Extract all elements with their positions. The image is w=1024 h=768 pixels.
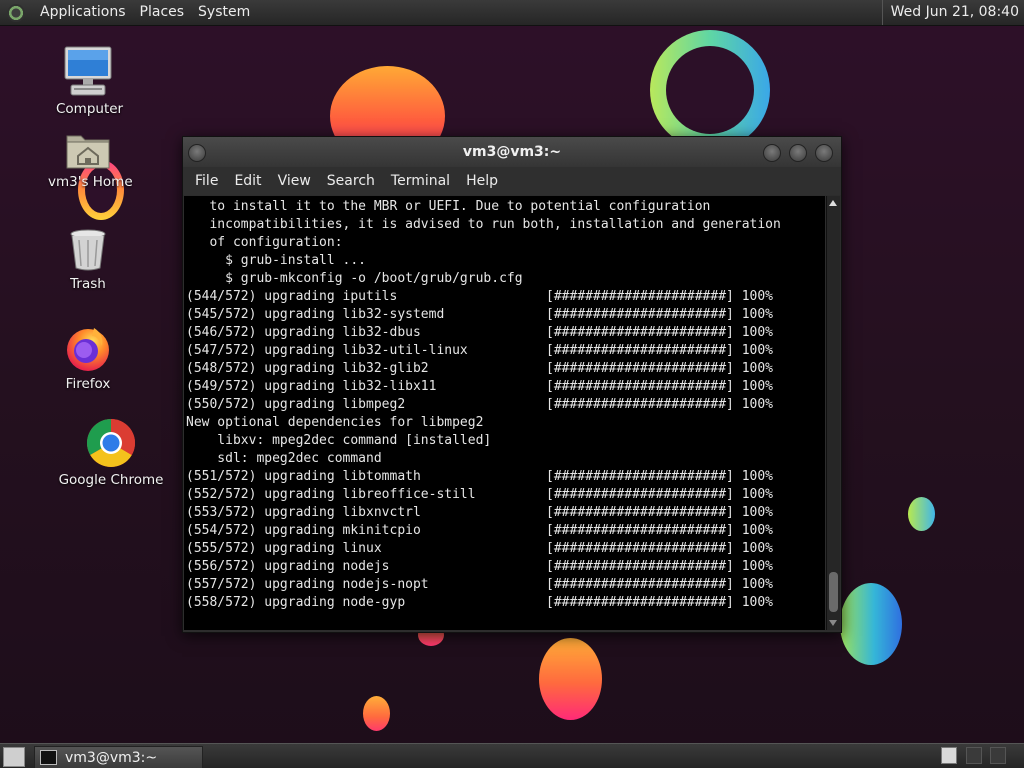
distro-logo-icon[interactable]: [7, 3, 25, 22]
computer-icon: [63, 45, 113, 97]
terminal-window[interactable]: vm3@vm3:~ File Edit View Search Terminal…: [182, 136, 842, 633]
terminal-scrollbar[interactable]: [826, 196, 840, 630]
menu-system[interactable]: System: [191, 0, 257, 25]
terminal-icon: [40, 750, 57, 765]
terminal-line: of configuration:: [186, 235, 343, 250]
desktop-icon-firefox[interactable]: Firefox: [56, 324, 120, 392]
maximize-button[interactable]: [789, 144, 807, 162]
desktop-icon-label: Firefox: [65, 376, 111, 392]
menu-places[interactable]: Places: [133, 0, 192, 25]
terminal-line: (544/572) upgrading iputils [###########…: [186, 289, 773, 304]
terminal-line: (556/572) upgrading nodejs [############…: [186, 559, 773, 574]
terminal-line: $ grub-mkconfig -o /boot/grub/grub.cfg: [186, 271, 523, 286]
clock[interactable]: Wed Jun 21, 08:40: [881, 0, 1024, 25]
menu-edit[interactable]: Edit: [226, 167, 269, 195]
wallpaper-green-dot: [908, 497, 935, 531]
terminal-line: (557/572) upgrading nodejs-nopt [#######…: [186, 577, 773, 592]
terminal-line: (547/572) upgrading lib32-util-linux [##…: [186, 343, 773, 358]
desktop-icon-home[interactable]: vm3's Home: [48, 128, 133, 190]
desktop-icon-trash[interactable]: Trash: [56, 228, 120, 292]
terminal-line: (550/572) upgrading libmpeg2 [##########…: [186, 397, 773, 412]
terminal-line: (553/572) upgrading libxnvctrl [########…: [186, 505, 773, 520]
trash-icon: [68, 228, 108, 272]
terminal-line: (545/572) upgrading lib32-systemd [#####…: [186, 307, 773, 322]
menu-help[interactable]: Help: [458, 167, 506, 195]
minimize-button[interactable]: [763, 144, 781, 162]
show-desktop-icon[interactable]: [3, 747, 25, 767]
workspace-2[interactable]: [966, 747, 982, 764]
terminal-line: (546/572) upgrading lib32-dbus [########…: [186, 325, 773, 340]
menu-view[interactable]: View: [270, 167, 319, 195]
desktop-icon-label: vm3's Home: [48, 174, 133, 190]
home-folder-icon: [65, 128, 111, 170]
terminal-line: (548/572) upgrading lib32-glib2 [#######…: [186, 361, 773, 376]
terminal-line: libxv: mpeg2dec command [installed]: [186, 433, 492, 448]
top-panel: Applications Places System Wed Jun 21, 0…: [0, 0, 1024, 26]
wallpaper-ring: [650, 30, 770, 150]
menu-file[interactable]: File: [187, 167, 226, 195]
terminal-output[interactable]: to install it to the MBR or UEFI. Due to…: [184, 196, 825, 630]
desktop-icon-label: Google Chrome: [58, 472, 164, 488]
scroll-down-arrow-icon[interactable]: [829, 620, 837, 626]
chrome-icon: [86, 418, 136, 468]
menu-terminal[interactable]: Terminal: [383, 167, 458, 195]
window-menu-button[interactable]: [188, 144, 206, 162]
terminal-line: $ grub-install ...: [186, 253, 367, 268]
workspace-3[interactable]: [990, 747, 1006, 764]
wallpaper-orange-drop: [363, 696, 390, 731]
terminal-line: (552/572) upgrading libreoffice-still [#…: [186, 487, 773, 502]
terminal-line: New optional dependencies for libmpeg2: [186, 415, 484, 430]
terminal-line: incompatibilities, it is advised to run …: [186, 217, 781, 232]
close-button[interactable]: [815, 144, 833, 162]
scrollbar-thumb[interactable]: [829, 572, 838, 612]
wallpaper-blue-ball: [840, 583, 902, 665]
terminal-line: (554/572) upgrading mkinitcpio [########…: [186, 523, 773, 538]
terminal-line: to install it to the MBR or UEFI. Due to…: [186, 199, 711, 214]
desktop-icon-chrome[interactable]: Google Chrome: [58, 418, 164, 488]
window-menubar: File Edit View Search Terminal Help: [183, 167, 841, 195]
terminal-line: (551/572) upgrading libtommath [########…: [186, 469, 773, 484]
taskbar-button-label: vm3@vm3:~: [65, 749, 158, 766]
firefox-icon: [64, 324, 112, 372]
terminal-line: sdl: mpeg2dec command: [186, 451, 382, 466]
terminal-line: (549/572) upgrading lib32-libx11 [######…: [186, 379, 773, 394]
bottom-panel: vm3@vm3:~: [0, 743, 1024, 768]
terminal-line: (558/572) upgrading node-gyp [##########…: [186, 595, 773, 610]
wallpaper-orange-ball-bottom: [539, 638, 602, 720]
desktop-icon-label: Computer: [56, 101, 124, 117]
scroll-up-arrow-icon[interactable]: [829, 200, 837, 206]
window-titlebar[interactable]: vm3@vm3:~: [183, 137, 841, 167]
workspace-1[interactable]: [941, 747, 957, 764]
terminal-line: (555/572) upgrading linux [#############…: [186, 541, 773, 556]
desktop-icon-computer[interactable]: Computer: [56, 45, 124, 117]
menu-search[interactable]: Search: [319, 167, 383, 195]
menu-applications[interactable]: Applications: [33, 0, 133, 25]
taskbar-button-terminal[interactable]: vm3@vm3:~: [34, 746, 203, 768]
desktop-icon-label: Trash: [70, 276, 106, 292]
window-title: vm3@vm3:~: [462, 144, 562, 160]
